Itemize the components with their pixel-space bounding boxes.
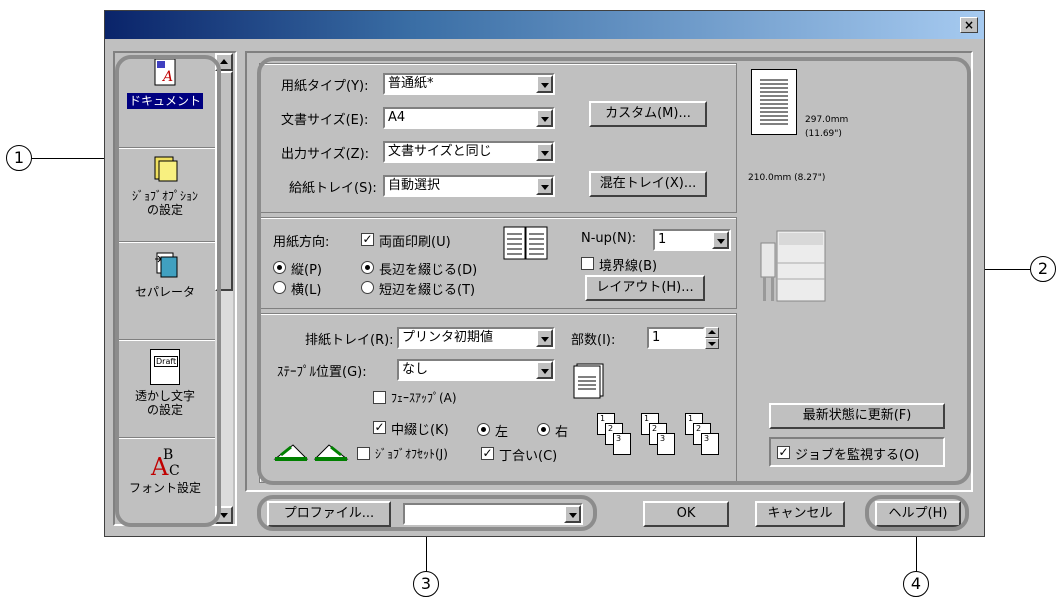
highlight-main — [257, 57, 971, 485]
arrow-up-icon — [220, 59, 228, 64]
title-bar: × — [105, 11, 984, 39]
highlight-profile — [257, 495, 597, 531]
callout-4: 4 — [903, 571, 929, 597]
callout-4-line — [916, 532, 917, 572]
highlight-sidebar — [115, 55, 221, 527]
callout-1: 1 — [6, 145, 32, 171]
callout-3: 3 — [413, 571, 439, 597]
callout-2: 2 — [1030, 256, 1056, 282]
highlight-help — [865, 495, 969, 531]
print-properties-dialog: × A ドキュメント ｼﾞｮﾌﾞｵﾌﾟｼｮﾝ の設定 セパレータ Draft 透… — [104, 10, 985, 537]
ok-button[interactable]: OK — [643, 501, 729, 527]
callout-3-line — [426, 532, 427, 572]
close-button[interactable]: × — [960, 17, 978, 33]
arrow-down-icon — [220, 513, 228, 518]
cancel-button[interactable]: キャンセル — [755, 501, 845, 527]
